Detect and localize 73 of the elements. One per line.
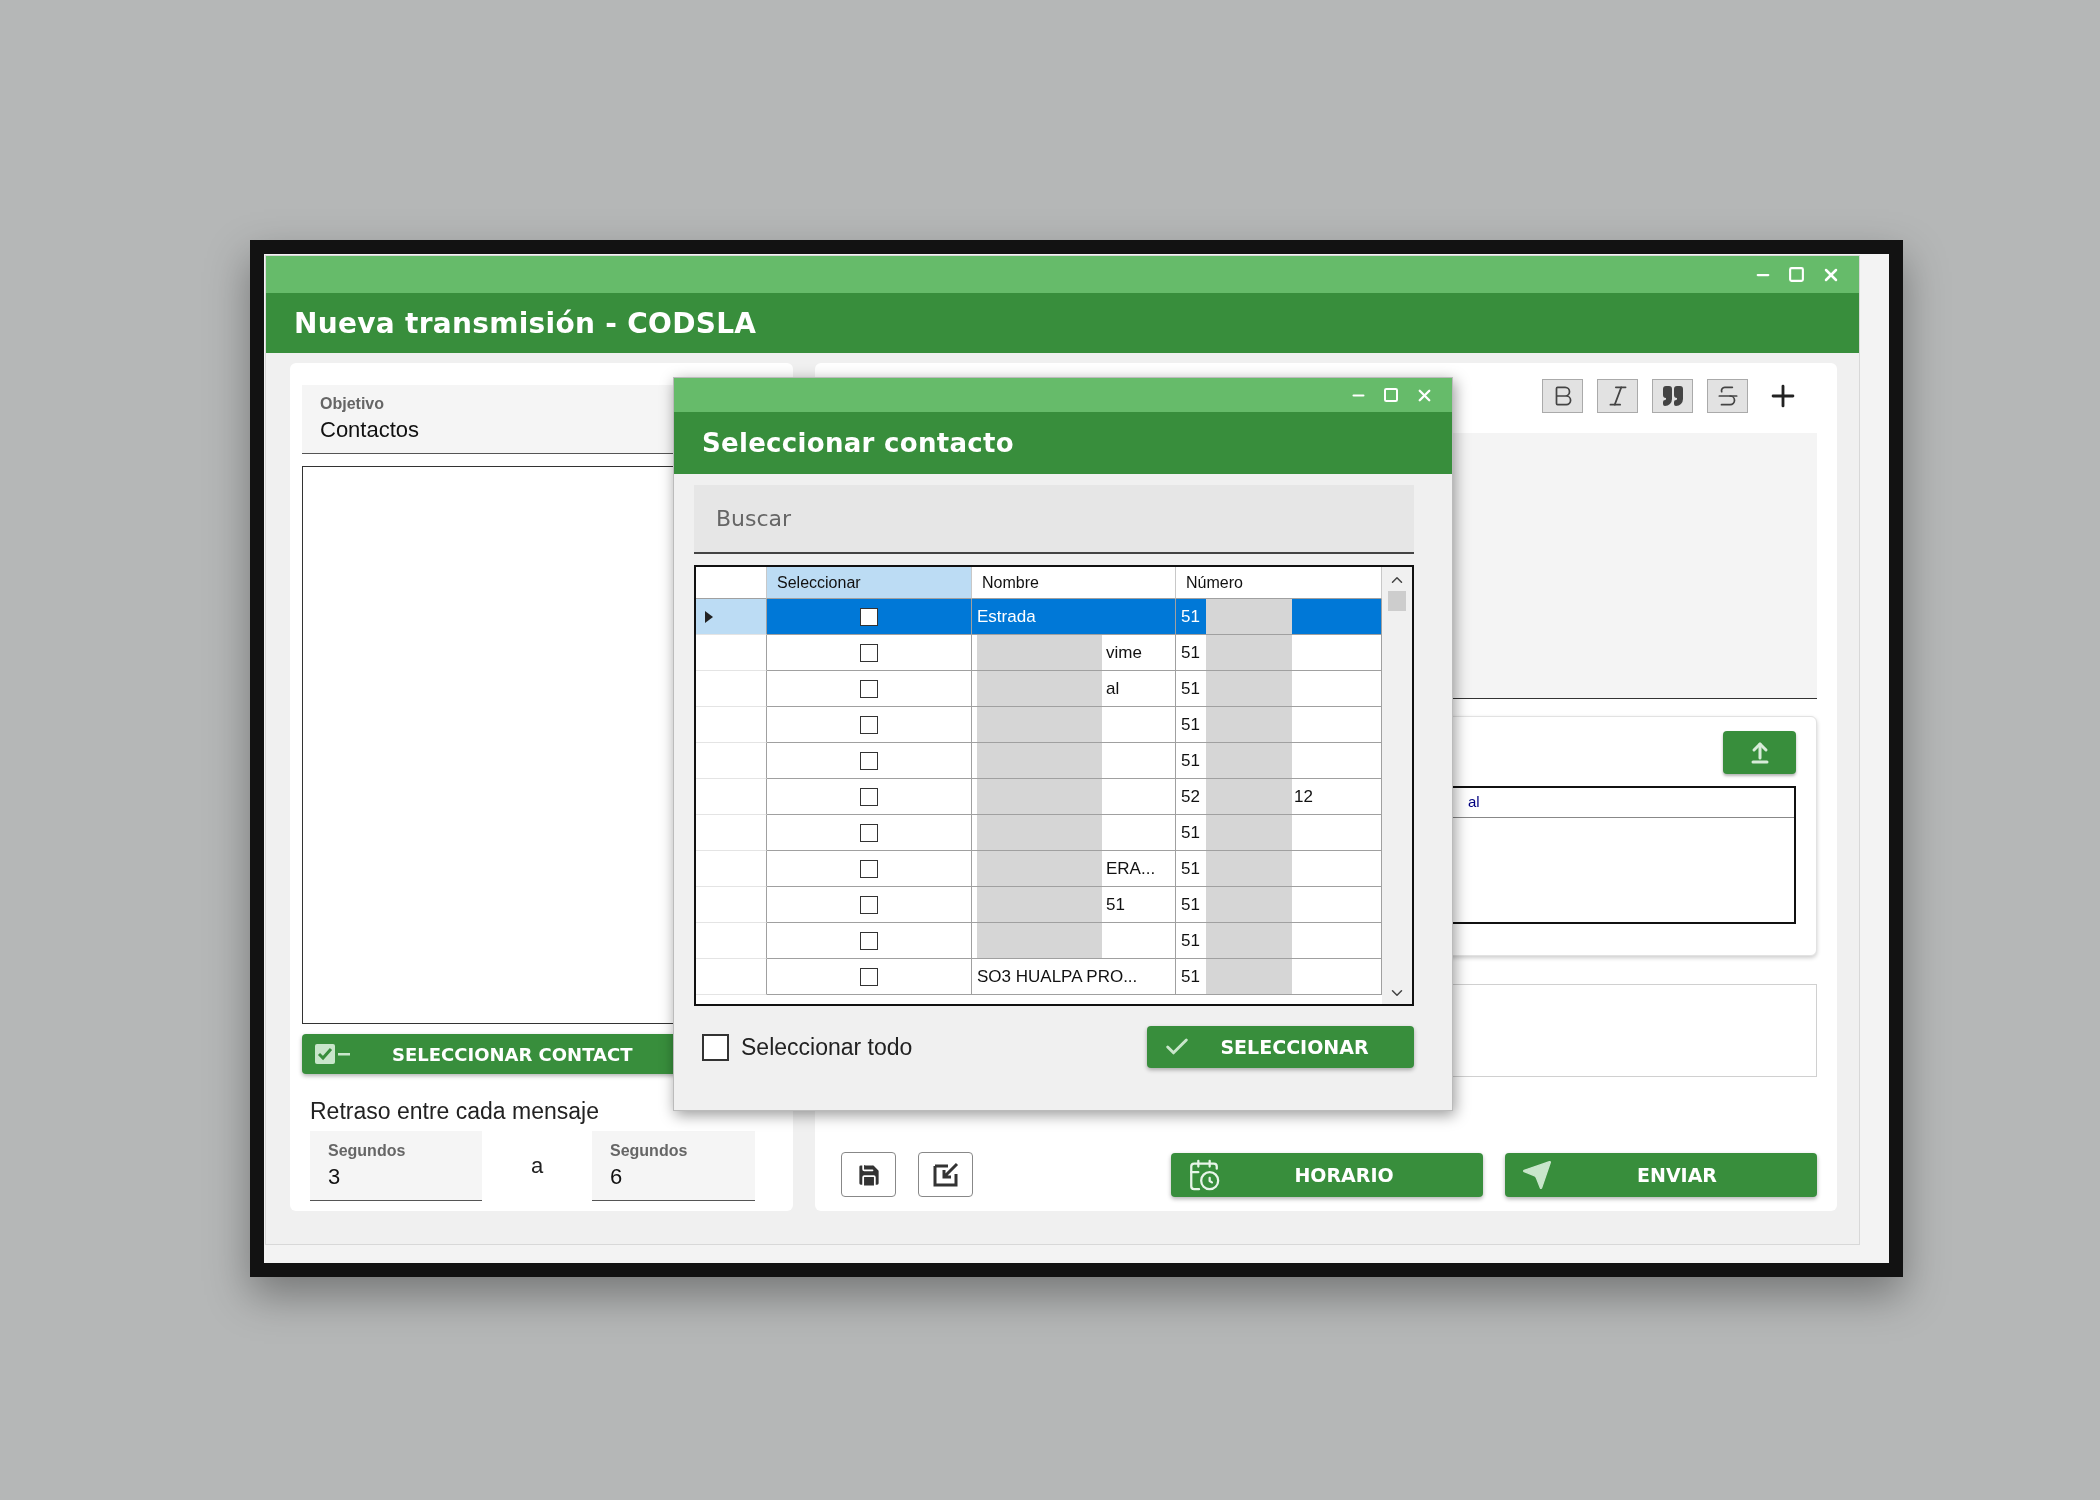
separator-text: a — [529, 1153, 545, 1179]
table-row[interactable]: 51 — [696, 923, 1382, 959]
number-cell: 51 — [1181, 894, 1200, 915]
table-row[interactable]: 51 — [696, 815, 1382, 851]
save-button[interactable] — [841, 1152, 896, 1197]
name-cell: vime — [1106, 642, 1142, 663]
table-row[interactable]: 51 — [696, 707, 1382, 743]
field-label: Segundos — [610, 1141, 689, 1160]
number-cell: 51 — [1181, 606, 1200, 627]
number-cell: 51 — [1181, 642, 1200, 663]
checkbox[interactable] — [860, 715, 878, 734]
table-row[interactable]: 52 12 — [696, 779, 1382, 815]
checkbox[interactable] — [860, 787, 878, 806]
scroll-thumb[interactable] — [1388, 591, 1406, 611]
field-label: Objetivo — [320, 395, 385, 413]
checklist-icon — [314, 1043, 352, 1065]
schedule-button[interactable]: HORARIO — [1171, 1152, 1483, 1197]
name-cell: SO3 HUALPA PRO... — [977, 966, 1138, 987]
checkbox[interactable] — [860, 823, 878, 842]
scrollbar[interactable] — [1382, 567, 1412, 1004]
send-button[interactable]: ENVIAR — [1505, 1152, 1817, 1197]
send-icon — [1521, 1158, 1553, 1191]
table-row[interactable]: vime 51 — [696, 635, 1382, 671]
search-field[interactable]: Buscar — [694, 485, 1414, 554]
number-cell: 51 — [1181, 858, 1200, 879]
edit-button[interactable] — [918, 1152, 973, 1197]
column-header[interactable]: Número — [1176, 567, 1382, 599]
field-label: Segundos — [328, 1141, 407, 1160]
number-cell: 51 — [1181, 678, 1200, 699]
checkbox[interactable] — [860, 607, 878, 626]
table-row[interactable]: 51 — [696, 743, 1382, 779]
select-button[interactable]: SELECCIONAR — [1147, 1026, 1414, 1068]
checkbox[interactable] — [860, 895, 878, 914]
number-cell: 12 — [1293, 786, 1313, 807]
field-value: 6 — [610, 1163, 624, 1190]
checkbox[interactable] — [860, 967, 878, 986]
field-value: 3 — [328, 1163, 342, 1190]
checkbox[interactable] — [860, 931, 878, 950]
checkbox[interactable] — [702, 1033, 729, 1061]
checkbox[interactable] — [860, 751, 878, 770]
delay-label: Retraso entre cada mensaje — [309, 1098, 600, 1125]
checkbox[interactable] — [860, 643, 878, 662]
table-row[interactable]: ERA... 51 — [696, 851, 1382, 887]
strikethrough-button[interactable] — [1707, 379, 1748, 413]
column-header[interactable]: Nombre — [972, 567, 1176, 599]
number-cell: 51 — [1181, 930, 1200, 951]
name-cell: al — [1106, 678, 1120, 699]
number-cell: 52 — [1181, 786, 1200, 807]
quote-button[interactable] — [1652, 379, 1693, 413]
number-cell: 51 — [1181, 822, 1200, 843]
name-cell: 51 — [1106, 894, 1125, 915]
seconds-field[interactable]: Segundos 3 — [310, 1131, 482, 1201]
row-pointer-icon — [704, 609, 714, 624]
number-cell: 51 — [1181, 714, 1200, 735]
table-row[interactable]: al 51 — [696, 671, 1382, 707]
name-cell: ERA... — [1106, 858, 1156, 879]
number-cell: 51 — [1181, 966, 1200, 987]
table-row[interactable]: Estrada 51 — [696, 599, 1382, 635]
name-cell: Estrada — [977, 606, 1036, 627]
checkbox[interactable] — [860, 859, 878, 878]
quote-icon — [1660, 384, 1685, 408]
calendar-clock-icon — [1187, 1157, 1221, 1192]
seconds-field[interactable]: Segundos 6 — [592, 1131, 755, 1201]
checkbox[interactable] — [860, 679, 878, 698]
column-header[interactable]: Seleccionar — [767, 567, 972, 599]
upload-button[interactable] — [1723, 731, 1796, 774]
number-cell: 51 — [1181, 750, 1200, 771]
window-title: Nueva transmisión - CODSLA — [294, 306, 757, 340]
italic-button[interactable] — [1597, 379, 1638, 413]
table-row[interactable]: 51 51 — [696, 887, 1382, 923]
table-row[interactable]: SO3 HUALPA PRO... 51 — [696, 959, 1382, 995]
edit-icon — [931, 1161, 960, 1188]
bold-button[interactable] — [1542, 379, 1583, 413]
